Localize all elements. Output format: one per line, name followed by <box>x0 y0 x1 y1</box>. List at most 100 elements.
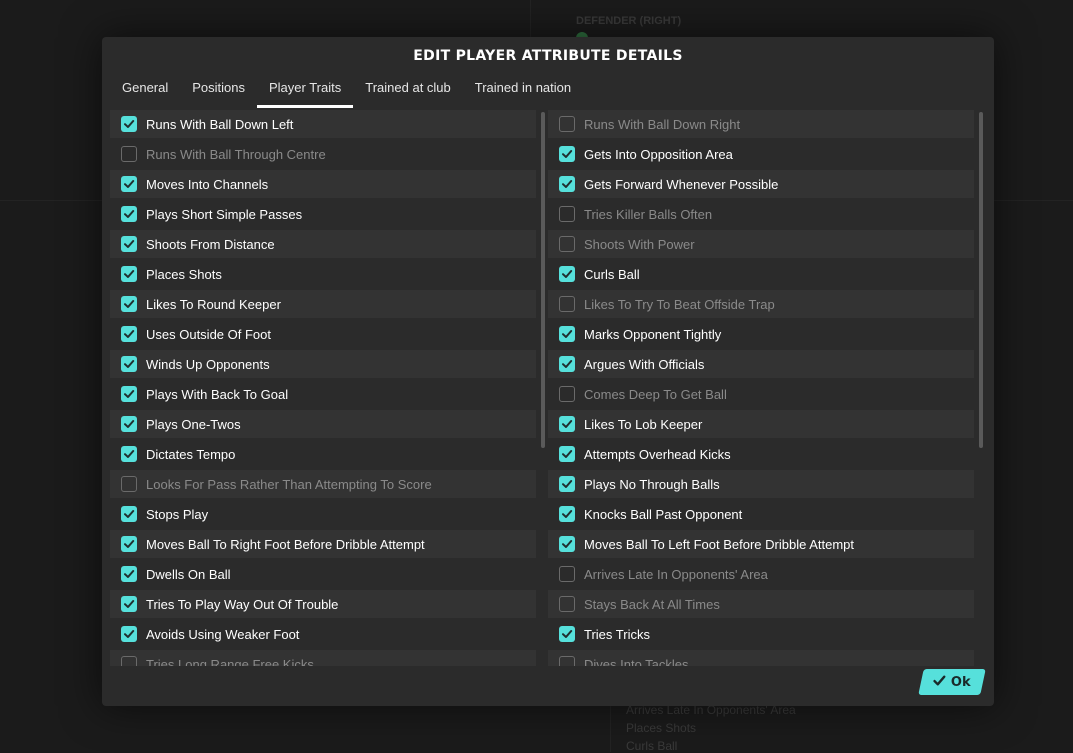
trait-row[interactable]: Gets Into Opposition Area <box>548 140 974 168</box>
checked-checkbox-icon[interactable] <box>559 446 575 462</box>
unchecked-checkbox-icon[interactable] <box>559 386 575 402</box>
trait-row[interactable]: Tries Tricks <box>548 620 974 648</box>
checked-checkbox-icon[interactable] <box>121 206 137 222</box>
checked-checkbox-icon[interactable] <box>121 326 137 342</box>
checked-checkbox-icon[interactable] <box>121 116 137 132</box>
checked-checkbox-icon[interactable] <box>559 146 575 162</box>
tab-bar: General Positions Player Traits Trained … <box>110 74 583 108</box>
trait-row[interactable]: Runs With Ball Through Centre <box>110 140 536 168</box>
trait-row[interactable]: Gets Forward Whenever Possible <box>548 170 974 198</box>
trait-row[interactable]: Tries To Play Way Out Of Trouble <box>110 590 536 618</box>
checked-checkbox-icon[interactable] <box>559 626 575 642</box>
trait-row[interactable]: Shoots With Power <box>548 230 974 258</box>
unchecked-checkbox-icon[interactable] <box>121 476 137 492</box>
checked-checkbox-icon[interactable] <box>559 476 575 492</box>
trait-row[interactable]: Argues With Officials <box>548 350 974 378</box>
trait-row[interactable]: Stops Play <box>110 500 536 528</box>
trait-row[interactable]: Marks Opponent Tightly <box>548 320 974 348</box>
unchecked-checkbox-icon[interactable] <box>559 656 575 666</box>
checked-checkbox-icon[interactable] <box>559 266 575 282</box>
tab-general[interactable]: General <box>110 74 180 108</box>
trait-row[interactable]: Uses Outside Of Foot <box>110 320 536 348</box>
checked-checkbox-icon[interactable] <box>559 176 575 192</box>
trait-row[interactable]: Likes To Try To Beat Offside Trap <box>548 290 974 318</box>
trait-label: Dwells On Ball <box>146 566 231 582</box>
edit-player-attributes-dialog: EDIT PLAYER ATTRIBUTE DETAILS General Po… <box>102 37 994 706</box>
trait-label: Stays Back At All Times <box>584 596 720 612</box>
trait-row[interactable]: Dives Into Tackles <box>548 650 974 666</box>
trait-label: Dictates Tempo <box>146 446 236 462</box>
checked-checkbox-icon[interactable] <box>121 356 137 372</box>
checked-checkbox-icon[interactable] <box>121 626 137 642</box>
unchecked-checkbox-icon[interactable] <box>559 596 575 612</box>
trait-label: Arrives Late In Opponents' Area <box>584 566 768 582</box>
unchecked-checkbox-icon[interactable] <box>121 146 137 162</box>
checked-checkbox-icon[interactable] <box>121 266 137 282</box>
trait-row[interactable]: Curls Ball <box>548 260 974 288</box>
trait-row[interactable]: Tries Killer Balls Often <box>548 200 974 228</box>
trait-row[interactable]: Avoids Using Weaker Foot <box>110 620 536 648</box>
checked-checkbox-icon[interactable] <box>121 596 137 612</box>
checked-checkbox-icon[interactable] <box>121 176 137 192</box>
unchecked-checkbox-icon[interactable] <box>559 566 575 582</box>
trait-row[interactable]: Shoots From Distance <box>110 230 536 258</box>
trait-row[interactable]: Plays No Through Balls <box>548 470 974 498</box>
background-divider <box>530 0 531 40</box>
checked-checkbox-icon[interactable] <box>121 236 137 252</box>
checked-checkbox-icon[interactable] <box>121 416 137 432</box>
trait-row[interactable]: Attempts Overhead Kicks <box>548 440 974 468</box>
unchecked-checkbox-icon[interactable] <box>559 296 575 312</box>
trait-row[interactable]: Looks For Pass Rather Than Attempting To… <box>110 470 536 498</box>
unchecked-checkbox-icon[interactable] <box>559 206 575 222</box>
checked-checkbox-icon[interactable] <box>121 566 137 582</box>
trait-row[interactable]: Moves Ball To Left Foot Before Dribble A… <box>548 530 974 558</box>
trait-label: Plays With Back To Goal <box>146 386 289 402</box>
tab-positions[interactable]: Positions <box>180 74 257 108</box>
checked-checkbox-icon[interactable] <box>121 296 137 312</box>
unchecked-checkbox-icon[interactable] <box>559 236 575 252</box>
trait-label: Likes To Try To Beat Offside Trap <box>584 296 775 312</box>
checked-checkbox-icon[interactable] <box>121 446 137 462</box>
tab-trained-at-club[interactable]: Trained at club <box>353 74 463 108</box>
checked-checkbox-icon[interactable] <box>559 506 575 522</box>
trait-label: Dives Into Tackles <box>584 656 689 667</box>
trait-label: Winds Up Opponents <box>146 356 270 372</box>
trait-label: Shoots From Distance <box>146 236 275 252</box>
checked-checkbox-icon[interactable] <box>559 356 575 372</box>
ok-button[interactable]: Ok <box>918 669 986 695</box>
trait-row[interactable]: Plays One-Twos <box>110 410 536 438</box>
trait-row[interactable]: Arrives Late In Opponents' Area <box>548 560 974 588</box>
trait-row[interactable]: Stays Back At All Times <box>548 590 974 618</box>
tab-trained-in-nation[interactable]: Trained in nation <box>463 74 583 108</box>
trait-row[interactable]: Plays With Back To Goal <box>110 380 536 408</box>
checked-checkbox-icon[interactable] <box>559 536 575 552</box>
trait-row[interactable]: Dictates Tempo <box>110 440 536 468</box>
trait-row[interactable]: Moves Into Channels <box>110 170 536 198</box>
trait-row[interactable]: Plays Short Simple Passes <box>110 200 536 228</box>
trait-row[interactable]: Dwells On Ball <box>110 560 536 588</box>
trait-row[interactable]: Likes To Round Keeper <box>110 290 536 318</box>
checked-checkbox-icon[interactable] <box>121 506 137 522</box>
trait-row[interactable]: Moves Ball To Right Foot Before Dribble … <box>110 530 536 558</box>
trait-label: Comes Deep To Get Ball <box>584 386 727 402</box>
checked-checkbox-icon[interactable] <box>121 536 137 552</box>
trait-row[interactable]: Comes Deep To Get Ball <box>548 380 974 408</box>
trait-row[interactable]: Runs With Ball Down Left <box>110 110 536 138</box>
tab-player-traits[interactable]: Player Traits <box>257 74 354 108</box>
background-list-item: Places Shots <box>626 721 697 735</box>
left-scrollbar[interactable] <box>541 112 545 448</box>
checked-checkbox-icon[interactable] <box>121 386 137 402</box>
unchecked-checkbox-icon[interactable] <box>559 116 575 132</box>
unchecked-checkbox-icon[interactable] <box>121 656 137 666</box>
checked-checkbox-icon[interactable] <box>559 326 575 342</box>
trait-row[interactable]: Tries Long Range Free Kicks <box>110 650 536 666</box>
right-scrollbar[interactable] <box>979 112 983 448</box>
trait-row[interactable]: Knocks Ball Past Opponent <box>548 500 974 528</box>
trait-label: Runs With Ball Down Left <box>146 116 294 132</box>
trait-row[interactable]: Winds Up Opponents <box>110 350 536 378</box>
checked-checkbox-icon[interactable] <box>559 416 575 432</box>
trait-row[interactable]: Likes To Lob Keeper <box>548 410 974 438</box>
background-header: DEFENDER (RIGHT) <box>576 15 682 27</box>
trait-row[interactable]: Runs With Ball Down Right <box>548 110 974 138</box>
trait-row[interactable]: Places Shots <box>110 260 536 288</box>
